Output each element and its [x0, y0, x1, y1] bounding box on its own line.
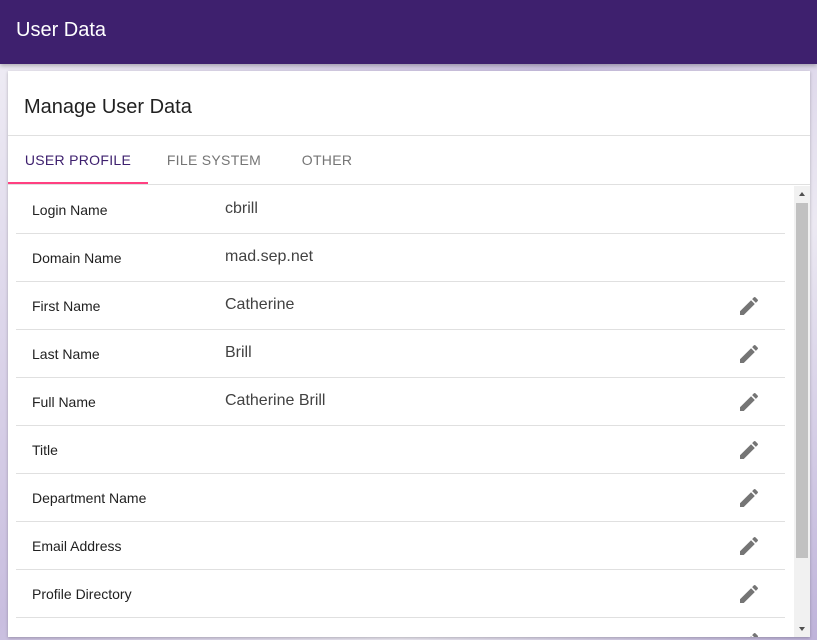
field-value: Brill [225, 344, 252, 361]
field-row-department-name: Department Name [16, 474, 785, 522]
card-title: Manage User Data [24, 96, 192, 118]
field-label: Login Name [32, 202, 108, 218]
edit-first-name-button[interactable] [737, 294, 761, 318]
field-label: Full Name [32, 394, 96, 410]
scroll-up-arrow-icon[interactable] [794, 186, 810, 202]
active-tab-indicator [8, 182, 148, 184]
tab-file-system[interactable]: FILE SYSTEM [148, 136, 280, 184]
field-label: Last Name [32, 346, 100, 362]
pencil-icon [740, 584, 759, 603]
field-label: Title [32, 442, 58, 458]
edit-title-button[interactable] [737, 438, 761, 462]
field-row-login-name: Login Name cbrill [16, 186, 785, 234]
card-header: Manage User Data [8, 71, 810, 136]
field-label: Profile Directory [32, 586, 132, 602]
edit-full-name-button[interactable] [737, 390, 761, 414]
user-data-card: Manage User Data USER PROFILE FILE SYSTE… [8, 71, 810, 637]
pencil-icon [740, 344, 759, 363]
edit-department-name-button[interactable] [737, 486, 761, 510]
pencil-icon [740, 488, 759, 507]
field-value: Catherine Brill [225, 392, 326, 409]
field-label: Department Name [32, 490, 147, 506]
field-row-partial [16, 618, 785, 637]
tab-other[interactable]: OTHER [280, 136, 374, 184]
field-row-profile-directory: Profile Directory [16, 570, 785, 618]
field-value: cbrill [225, 200, 258, 217]
field-row-first-name: First Name Catherine [16, 282, 785, 330]
field-value: mad.sep.net [225, 248, 314, 265]
field-row-full-name: Full Name Catherine Brill [16, 378, 785, 426]
user-profile-list[interactable]: Login Name cbrill Domain Name mad.sep.ne… [8, 186, 810, 637]
app-bar: User Data [0, 0, 817, 64]
field-row-domain-name: Domain Name mad.sep.net [16, 234, 785, 282]
pencil-icon [740, 296, 759, 315]
edit-email-address-button[interactable] [737, 534, 761, 558]
tab-user-profile[interactable]: USER PROFILE [8, 136, 148, 184]
pencil-icon [740, 536, 759, 555]
edit-last-name-button[interactable] [737, 342, 761, 366]
scroll-down-arrow-icon[interactable] [794, 621, 810, 637]
field-value: Catherine [225, 296, 295, 313]
field-label: Domain Name [32, 250, 122, 266]
field-label: Email Address [32, 538, 122, 554]
edit-profile-directory-button[interactable] [737, 582, 761, 606]
tab-bar: USER PROFILE FILE SYSTEM OTHER [8, 136, 810, 185]
scrollbar-thumb[interactable] [796, 203, 808, 558]
app-title: User Data [16, 19, 107, 41]
edit-partial-row-button[interactable] [737, 630, 761, 637]
vertical-scrollbar[interactable] [794, 186, 810, 637]
pencil-icon [740, 392, 759, 411]
pencil-icon [740, 440, 759, 459]
pencil-icon [750, 632, 759, 637]
field-row-email-address: Email Address [16, 522, 785, 570]
field-row-last-name: Last Name Brill [16, 330, 785, 378]
field-label: First Name [32, 298, 101, 314]
field-row-title: Title [16, 426, 785, 474]
